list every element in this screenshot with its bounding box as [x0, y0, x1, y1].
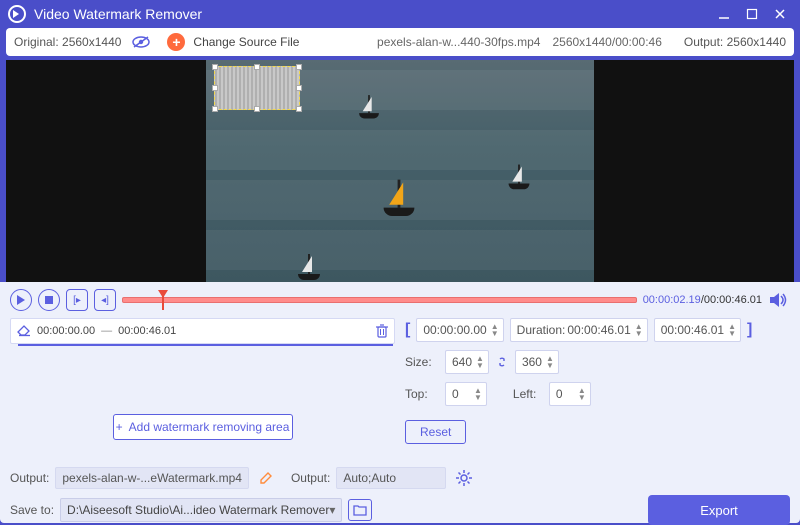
maximize-button[interactable]	[740, 5, 764, 23]
stop-button[interactable]	[38, 289, 60, 311]
left-input[interactable]: 0▲▼	[549, 382, 591, 406]
stepper-icon[interactable]: ▲▼	[491, 323, 499, 337]
clip-end-input[interactable]: 00:00:46.01▲▼	[654, 318, 741, 342]
clip-start-input[interactable]: 00:00:00.00▲▼	[416, 318, 503, 342]
source-filename: pexels-alan-w...440-30fps.mp4	[377, 35, 540, 49]
height-input[interactable]: 360▲▼	[515, 350, 559, 374]
width-input[interactable]: 640▲▼	[445, 350, 489, 374]
resize-handle[interactable]	[212, 85, 218, 91]
info-strip: Original: 2560x1440 + Change Source File…	[6, 28, 794, 56]
original-label: Original: 2560x1440	[14, 35, 121, 49]
clip-duration-input[interactable]: Duration:00:00:46.01▲▼	[510, 318, 648, 342]
title-bar: Video Watermark Remover	[0, 0, 800, 28]
open-folder-button[interactable]	[348, 499, 372, 521]
clip-start-bracket-icon[interactable]: [	[405, 321, 410, 339]
stepper-icon[interactable]: ▲▼	[546, 355, 554, 369]
chevron-down-icon: ▾	[329, 503, 335, 517]
output-res-label: Output: 2560x1440	[684, 35, 786, 49]
resize-handle[interactable]	[212, 64, 218, 70]
preview-visibility-icon[interactable]	[129, 33, 153, 51]
output-file-label: Output:	[10, 471, 49, 485]
top-label: Top:	[405, 387, 439, 401]
stepper-icon[interactable]: ▲▼	[476, 355, 484, 369]
add-watermark-area-button[interactable]: + Add watermark removing area	[113, 414, 293, 440]
app-title: Video Watermark Remover	[34, 6, 202, 22]
stepper-icon[interactable]: ▲▼	[474, 387, 482, 401]
segment-end: 00:00:46.01	[118, 325, 176, 337]
set-start-button[interactable]: [▸	[66, 289, 88, 311]
export-button[interactable]: Export	[648, 495, 790, 525]
timeline-slider[interactable]	[122, 292, 637, 308]
save-to-label: Save to:	[10, 503, 54, 517]
playback-controls: [▸ ◂] 00:00:02.19/00:00:46.01	[0, 282, 800, 314]
output-filename-box: pexels-alan-w-...eWatermark.mp4	[55, 467, 249, 489]
output-format-box[interactable]: Auto;Auto	[336, 467, 446, 489]
plus-icon: +	[116, 420, 123, 434]
resize-handle[interactable]	[254, 106, 260, 112]
eraser-icon	[17, 325, 31, 337]
set-end-button[interactable]: ◂]	[94, 289, 116, 311]
minimize-button[interactable]	[712, 5, 736, 23]
change-source-link[interactable]: Change Source File	[193, 35, 299, 49]
resize-handle[interactable]	[254, 64, 260, 70]
output-settings-icon[interactable]	[456, 470, 472, 486]
stepper-icon[interactable]: ▲▼	[728, 323, 736, 337]
reset-button[interactable]: Reset	[405, 420, 466, 444]
resize-handle[interactable]	[296, 64, 302, 70]
video-preview[interactable]	[206, 60, 594, 282]
left-label: Left:	[513, 387, 543, 401]
stepper-icon[interactable]: ▲▼	[635, 323, 643, 337]
video-preview-area	[6, 60, 794, 282]
top-input[interactable]: 0▲▼	[445, 382, 487, 406]
output-format-label: Output:	[291, 471, 330, 485]
link-aspect-icon[interactable]	[495, 355, 509, 369]
segments-panel: 00:00:00.00 — 00:00:46.01 + Add watermar…	[10, 318, 395, 440]
volume-icon[interactable]	[768, 289, 790, 311]
bottom-bar: Output: pexels-alan-w-...eWatermark.mp4 …	[0, 463, 800, 523]
edit-filename-icon[interactable]	[259, 471, 273, 485]
app-logo-icon	[8, 5, 26, 23]
segment-row[interactable]: 00:00:00.00 — 00:00:46.01	[10, 318, 395, 344]
resize-handle[interactable]	[212, 106, 218, 112]
resize-handle[interactable]	[296, 85, 302, 91]
source-meta: 2560x1440/00:00:46	[552, 35, 661, 49]
close-button[interactable]	[768, 5, 792, 23]
size-label: Size:	[405, 355, 439, 369]
save-path-dropdown[interactable]: D:\Aiseesoft Studio\Ai...ideo Watermark …	[60, 498, 342, 522]
resize-handle[interactable]	[296, 106, 302, 112]
segment-start: 00:00:00.00	[37, 325, 95, 337]
properties-panel: [ 00:00:00.00▲▼ Duration:00:00:46.01▲▼ 0…	[405, 318, 790, 440]
timeline-time: 00:00:02.19/00:00:46.01	[643, 294, 762, 306]
stepper-icon[interactable]: ▲▼	[578, 387, 586, 401]
delete-segment-icon[interactable]	[376, 324, 388, 338]
add-source-icon[interactable]: +	[167, 33, 185, 51]
clip-end-bracket-icon[interactable]: ]	[747, 321, 752, 339]
watermark-selection-box[interactable]	[214, 66, 300, 110]
play-button[interactable]	[10, 289, 32, 311]
